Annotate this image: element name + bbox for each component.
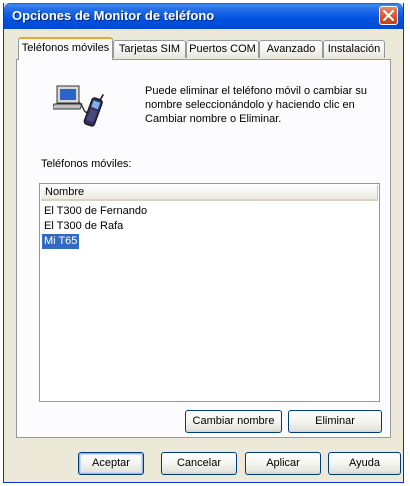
- tab-label: Avanzado: [266, 43, 316, 55]
- listview-header: Nombre: [41, 185, 378, 201]
- tab-puertos-com[interactable]: Puertos COM: [186, 40, 259, 58]
- list-item[interactable]: El T300 de Fernando: [42, 204, 149, 219]
- tab-label: Puertos COM: [189, 43, 256, 55]
- close-button[interactable]: [379, 6, 398, 25]
- tab-tarjetas-sim[interactable]: Tarjetas SIM: [113, 40, 186, 58]
- title-bar[interactable]: Opciones de Monitor de teléfono: [4, 3, 403, 29]
- mobile-phone-computer-icon: [53, 85, 104, 127]
- ok-button[interactable]: Aceptar: [78, 452, 144, 475]
- help-button[interactable]: Ayuda: [328, 452, 401, 475]
- phones-list-label: Teléfonos móviles:: [41, 158, 132, 170]
- tab-telefonos-moviles[interactable]: Teléfonos móviles: [18, 37, 113, 60]
- info-text: Puede eliminar el teléfono móvil o cambi…: [145, 85, 367, 125]
- tab-panel: Puede eliminar el teléfono móvil o cambi…: [16, 59, 391, 438]
- cancel-button[interactable]: Cancelar: [161, 452, 237, 475]
- rename-button[interactable]: Cambiar nombre: [185, 410, 282, 433]
- window-title: Opciones de Monitor de teléfono: [12, 8, 215, 23]
- phones-rows: El T300 de Fernando El T300 de Rafa Mi T…: [41, 204, 149, 249]
- tab-label: Teléfonos móviles: [21, 42, 110, 54]
- delete-button[interactable]: Eliminar: [288, 410, 382, 433]
- column-header-nombre[interactable]: Nombre: [41, 185, 378, 199]
- tab-label: Tarjetas SIM: [118, 43, 181, 55]
- dialog-window: Opciones de Monitor de teléfono Teléfono…: [3, 3, 404, 483]
- close-icon: [383, 10, 394, 21]
- apply-button[interactable]: Aplicar: [245, 452, 321, 475]
- list-item-selected[interactable]: Mi T65: [42, 234, 80, 249]
- tab-instalacion[interactable]: Instalación: [323, 40, 385, 58]
- tab-label: Instalación: [327, 43, 381, 55]
- list-item[interactable]: El T300 de Rafa: [42, 219, 125, 234]
- tab-avanzado[interactable]: Avanzado: [259, 40, 323, 58]
- phones-listview[interactable]: Nombre El T300 de Fernando El T300 de Ra…: [39, 183, 380, 402]
